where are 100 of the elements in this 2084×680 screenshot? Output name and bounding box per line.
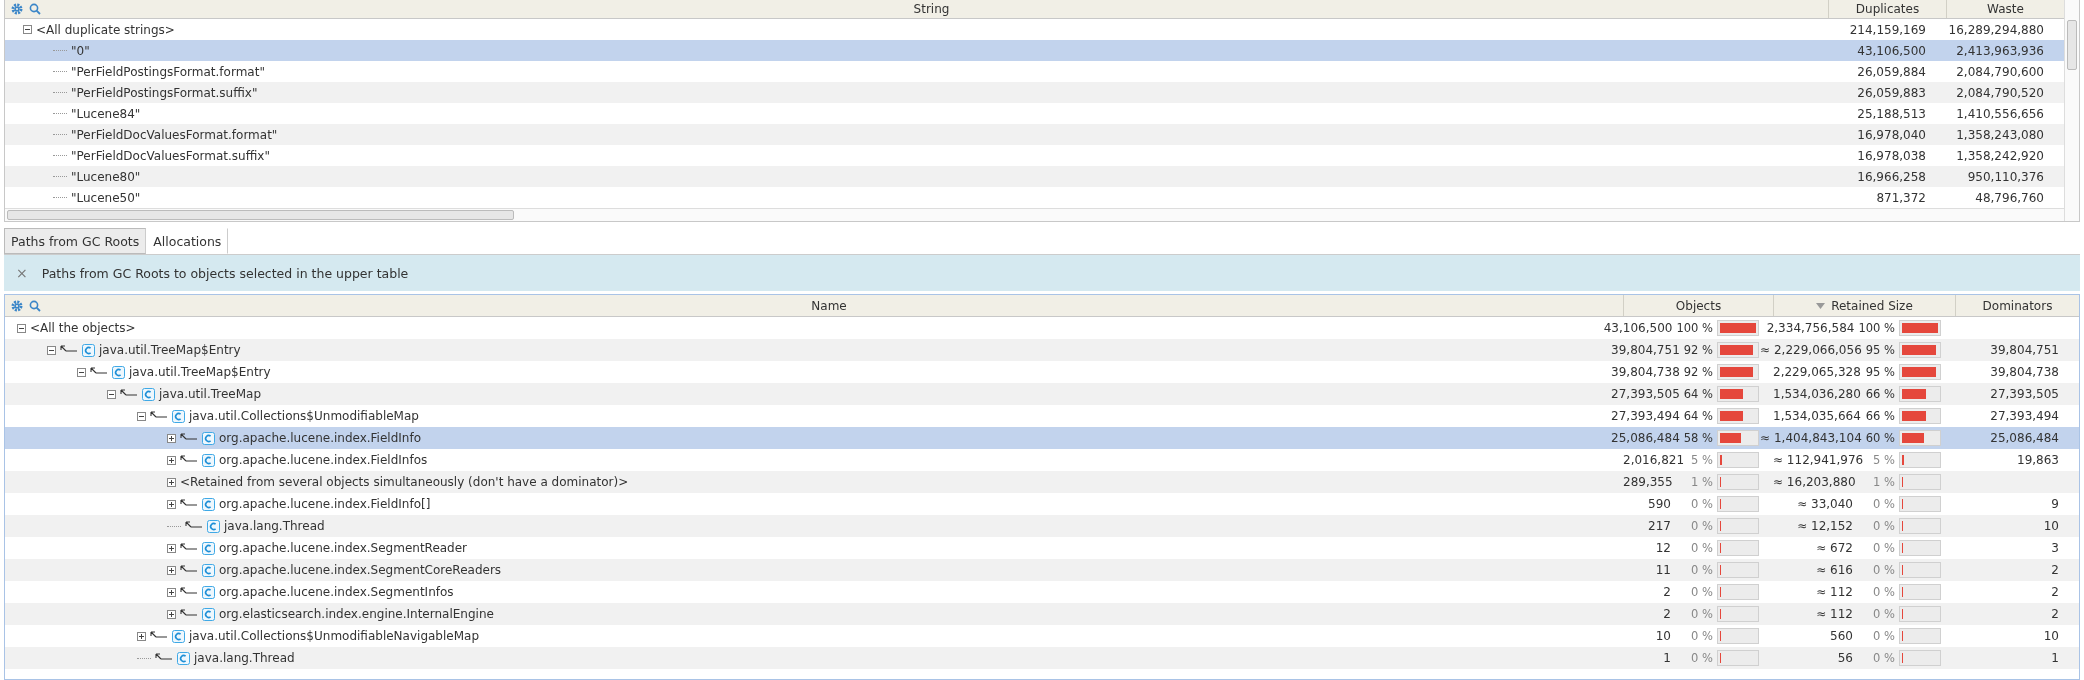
table-cell-text: 39,804,751 [1989, 343, 2060, 357]
percent-value: 0 % [1690, 563, 1713, 577]
table-cell-text: 26,059,884 [1856, 64, 1927, 79]
table-cell: 289,355 [1623, 475, 1673, 489]
expand-icon[interactable] [167, 433, 176, 443]
class-icon [207, 519, 220, 533]
reference-arrow-icon [180, 455, 198, 465]
class-name: java.util.Collections$UnmodifiableMap [189, 409, 419, 423]
collapse-icon[interactable] [137, 411, 146, 421]
table-cell: 11 [1655, 563, 1671, 577]
table-cell: 1,534,036,280 [1773, 387, 1861, 401]
table-cell: ≈ 672 [1816, 541, 1853, 555]
column-header[interactable]: Dominators [1982, 298, 2053, 313]
table-cell-text: 19,863 [2016, 453, 2060, 467]
search-icon[interactable] [29, 3, 41, 15]
expand-icon[interactable] [167, 565, 176, 575]
tree-row[interactable]: java.lang.Thread 217 0 % ≈ 12,152 0 % 10 [5, 515, 2079, 537]
percent-value: 0 % [1690, 651, 1713, 665]
percent-value: 0 % [1872, 629, 1895, 643]
collapse-icon[interactable] [17, 323, 26, 333]
collapse-icon[interactable] [107, 389, 116, 399]
class-icon [202, 541, 215, 555]
table-cell: 2 [1663, 585, 1671, 599]
expand-icon[interactable] [167, 587, 176, 597]
search-icon[interactable] [29, 299, 41, 312]
root-label: <All the objects> [30, 321, 136, 335]
vertical-scrollbar[interactable] [2064, 0, 2079, 221]
string-value: <All duplicate strings> [36, 22, 175, 37]
percent-value: 0 % [1690, 497, 1713, 511]
close-button[interactable]: × [16, 265, 28, 281]
reference-arrow-icon [180, 543, 198, 553]
column-header[interactable]: String [913, 2, 950, 16]
tree-row[interactable]: java.lang.Thread 1 0 % 56 0 % 1 [5, 647, 2079, 669]
percent-value: 58 % [1683, 431, 1713, 445]
class-icon [112, 365, 125, 379]
reference-arrow-icon [90, 367, 108, 377]
table-cell-text: 950,110,376 [1966, 169, 2045, 184]
collapse-icon[interactable] [23, 25, 32, 34]
table-row[interactable]: "0" 43,106,500 2,413,963,936 [5, 40, 2064, 61]
horizontal-scrollbar[interactable] [5, 208, 2064, 221]
table-cell-text: 214,159,169 [1848, 22, 1927, 37]
percent-value: 0 % [1872, 585, 1895, 599]
table-cell: 2,016,821 [1623, 453, 1685, 467]
table-cell-text: 10 [2042, 629, 2060, 643]
table-cell: 590 [1648, 497, 1671, 511]
column-header[interactable]: Waste [1987, 2, 2024, 16]
percent-value: 92 % [1683, 365, 1713, 379]
class-name: java.util.TreeMap$Entry [129, 365, 271, 379]
reference-arrow-icon [120, 389, 138, 399]
class-name: org.apache.lucene.index.FieldInfo [219, 431, 421, 445]
column-header[interactable]: Name [811, 298, 847, 313]
column-header[interactable]: Duplicates [1855, 2, 1920, 16]
percent-value: 0 % [1690, 519, 1713, 533]
percent-value: 0 % [1872, 519, 1895, 533]
expand-icon[interactable] [137, 631, 146, 641]
table-cell-text: 43,106,500 [1856, 43, 1927, 58]
percent-value: 0 % [1690, 541, 1713, 555]
settings-icon[interactable] [11, 299, 23, 312]
table-row[interactable]: "PerFieldDocValuesFormat.format" 16,978,040 1,358,243,080 [5, 124, 2064, 145]
table-cell-text: 39,804,738 [1989, 365, 2060, 379]
table-cell-text: 25,188,513 [1856, 106, 1927, 121]
expand-icon[interactable] [167, 477, 176, 487]
column-header[interactable]: Retained Size [1831, 298, 1913, 313]
settings-icon[interactable] [11, 3, 23, 15]
collapse-icon[interactable] [77, 367, 86, 377]
percent-value: 92 % [1683, 343, 1713, 357]
reference-arrow-icon [185, 521, 203, 531]
tree-row[interactable]: <Retained from several objects simultaneously (don't have a dominator)> 289,355 1 % ≈ 16,203,880 1 % [5, 471, 2079, 493]
class-name: java.util.TreeMap [159, 387, 262, 401]
table-cell-text: 2,084,790,520 [1955, 85, 2045, 100]
table-cell: ≈ 1,404,843,104 [1760, 431, 1862, 445]
table-cell: 560 [1830, 629, 1853, 643]
tree-row[interactable]: java.util.TreeMap 27,393,505 64 % 1,534,036,280 66 % 27,393,505 [5, 383, 2079, 405]
tree-row[interactable]: java.util.TreeMap$Entry 39,804,751 92 % ≈ 2,229,066,056 95 % 39,804,751 [5, 339, 2079, 361]
table-cell-text: 16,978,040 [1856, 127, 1927, 142]
table-cell: ≈ 12,152 [1797, 519, 1853, 533]
table-cell: 10 [1655, 629, 1671, 643]
table-row[interactable]: "PerFieldPostingsFormat.suffix" 26,059,883 2,084,790,520 [5, 82, 2064, 103]
tree-row[interactable]: org.apache.lucene.index.SegmentCoreReaders 11 0 % ≈ 616 0 % 2 [5, 559, 2079, 581]
class-name: java.util.Collections$UnmodifiableNavigableMap [189, 629, 479, 643]
expand-icon[interactable] [167, 609, 176, 619]
class-icon [202, 497, 215, 511]
percent-value: 100 % [1858, 321, 1895, 335]
expand-icon[interactable] [167, 499, 176, 509]
class-icon [82, 343, 95, 357]
reference-arrow-icon [180, 587, 198, 597]
expand-icon[interactable] [167, 455, 176, 465]
table-row[interactable]: "Lucene80" 16,966,258 950,110,376 [5, 166, 2064, 187]
column-header[interactable]: Objects [1675, 298, 1722, 313]
percent-value: 5 % [1872, 453, 1895, 467]
class-icon [172, 629, 185, 643]
collapse-icon[interactable] [47, 345, 56, 355]
tab[interactable]: Paths from GC Roots [4, 228, 147, 254]
expand-icon[interactable] [167, 543, 176, 553]
tree-row[interactable]: org.elasticsearch.index.engine.InternalEngine 2 0 % ≈ 112 0 % 2 [5, 603, 2079, 625]
table-cell-text: 48,796,760 [1974, 190, 2045, 205]
table-cell: 1,534,035,664 [1773, 409, 1861, 423]
class-name: org.elasticsearch.index.engine.InternalEngine [219, 607, 494, 621]
tree-row[interactable]: org.apache.lucene.index.FieldInfo 25,086,484 58 % ≈ 1,404,843,104 60 % 25,086,484 [5, 427, 2079, 449]
table-cell: 2,334,756,584 [1766, 321, 1855, 335]
